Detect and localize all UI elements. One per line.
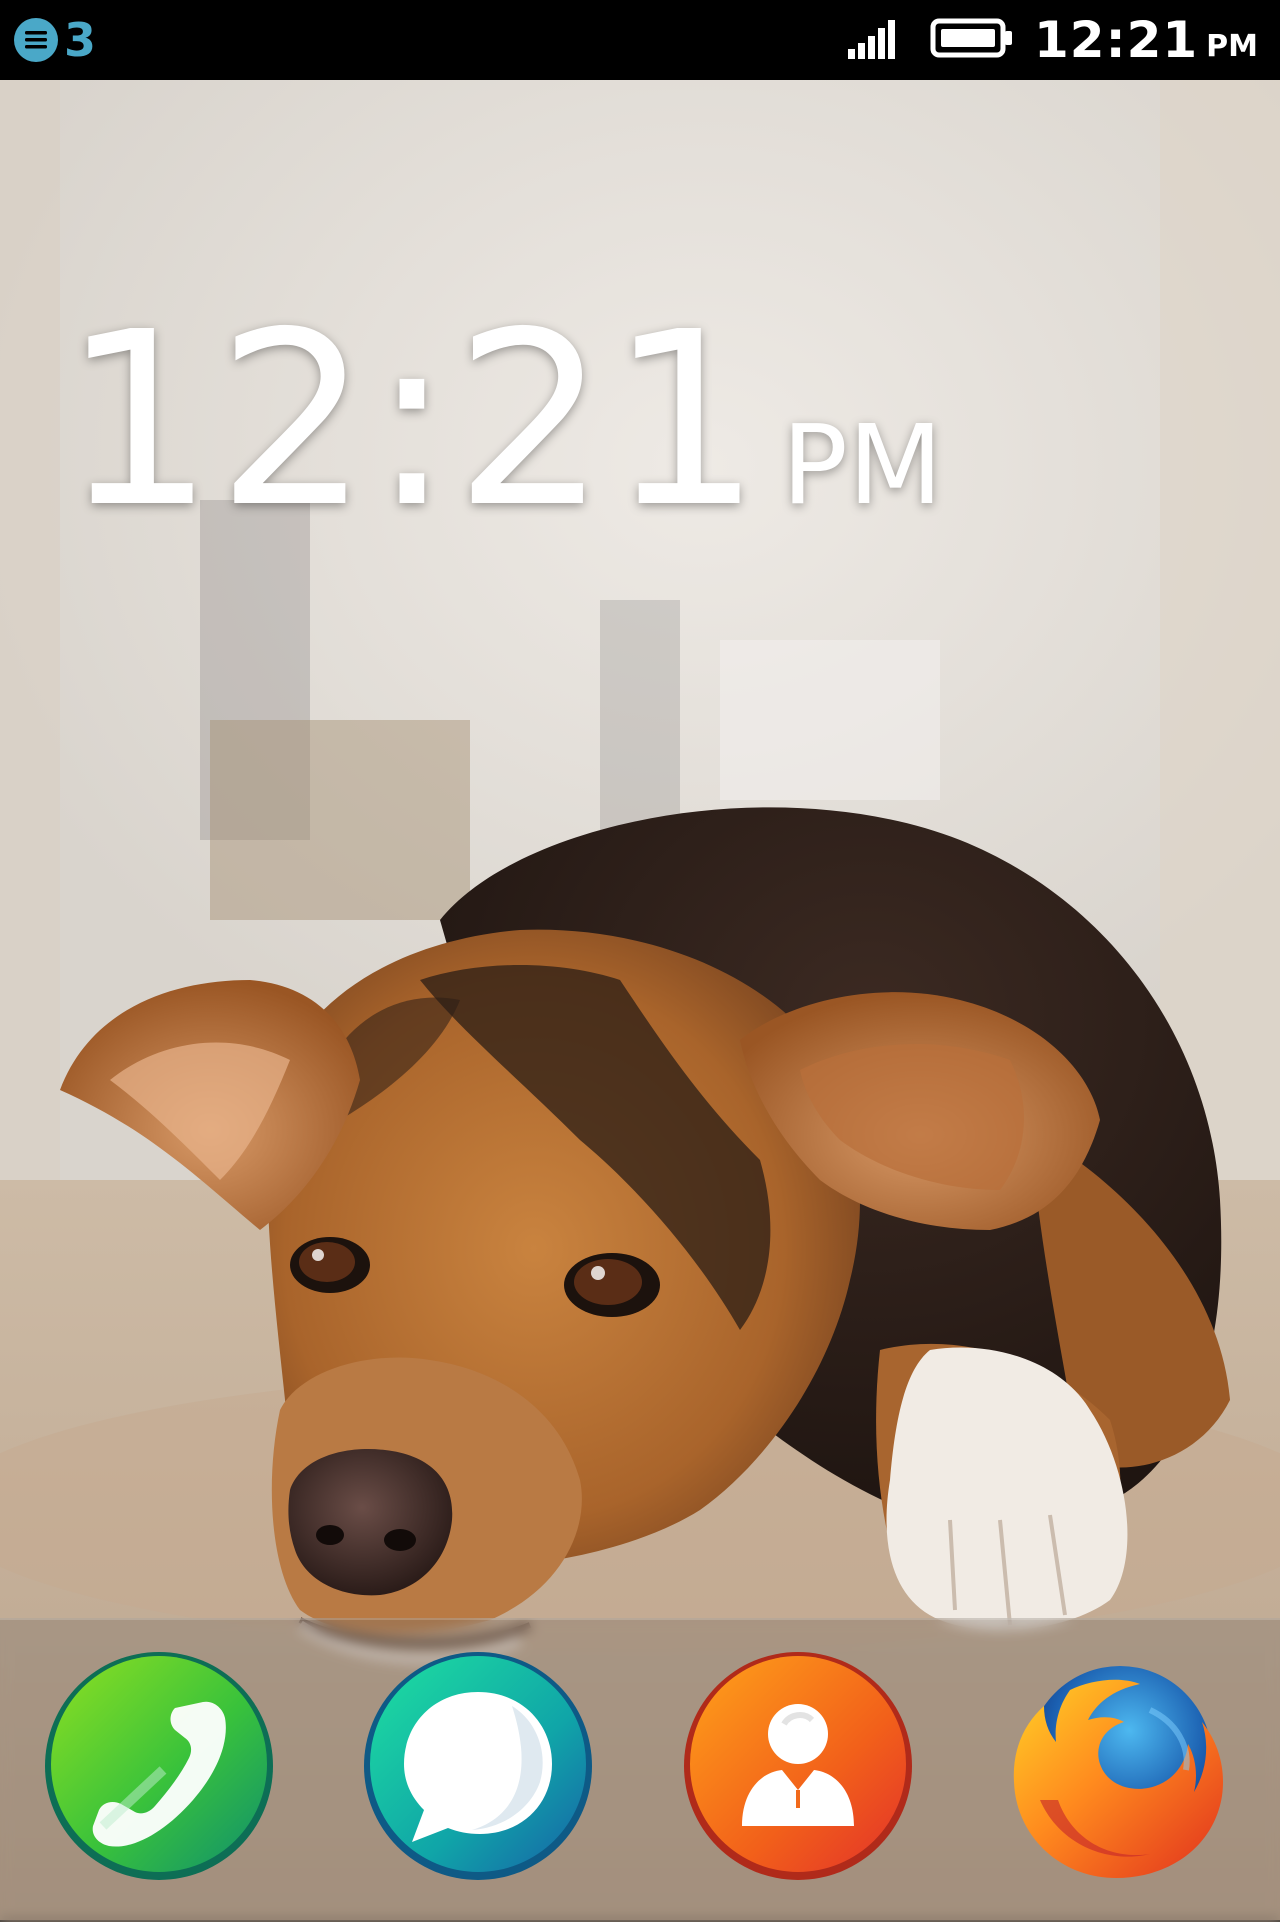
notification-indicator[interactable]: 3 bbox=[14, 17, 96, 63]
notification-count: 3 bbox=[64, 13, 97, 67]
signal-bars-icon bbox=[848, 17, 904, 64]
battery-full-icon bbox=[930, 18, 1014, 63]
clock-ampm: PM bbox=[781, 401, 943, 529]
status-ampm: PM bbox=[1206, 28, 1258, 64]
messages-app-button[interactable] bbox=[362, 1650, 594, 1882]
phone-icon bbox=[45, 1652, 273, 1880]
app-dock bbox=[0, 1618, 1280, 1922]
status-time: 12:21 bbox=[1034, 11, 1199, 69]
browser-icon bbox=[1013, 1666, 1224, 1878]
status-indicators: 12:21 PM bbox=[848, 0, 1258, 80]
contacts-app-button[interactable] bbox=[682, 1650, 914, 1882]
lockscreen-clock: 12:21 PM bbox=[62, 300, 943, 540]
notification-list-icon bbox=[14, 18, 58, 62]
phone-app-button[interactable] bbox=[43, 1650, 275, 1882]
browser-app-button[interactable] bbox=[1000, 1650, 1232, 1882]
contacts-icon bbox=[684, 1652, 912, 1880]
clock-time: 12:21 bbox=[62, 280, 764, 560]
messages-icon bbox=[364, 1652, 592, 1880]
status-bar: 3 12:21 PM bbox=[0, 0, 1280, 80]
